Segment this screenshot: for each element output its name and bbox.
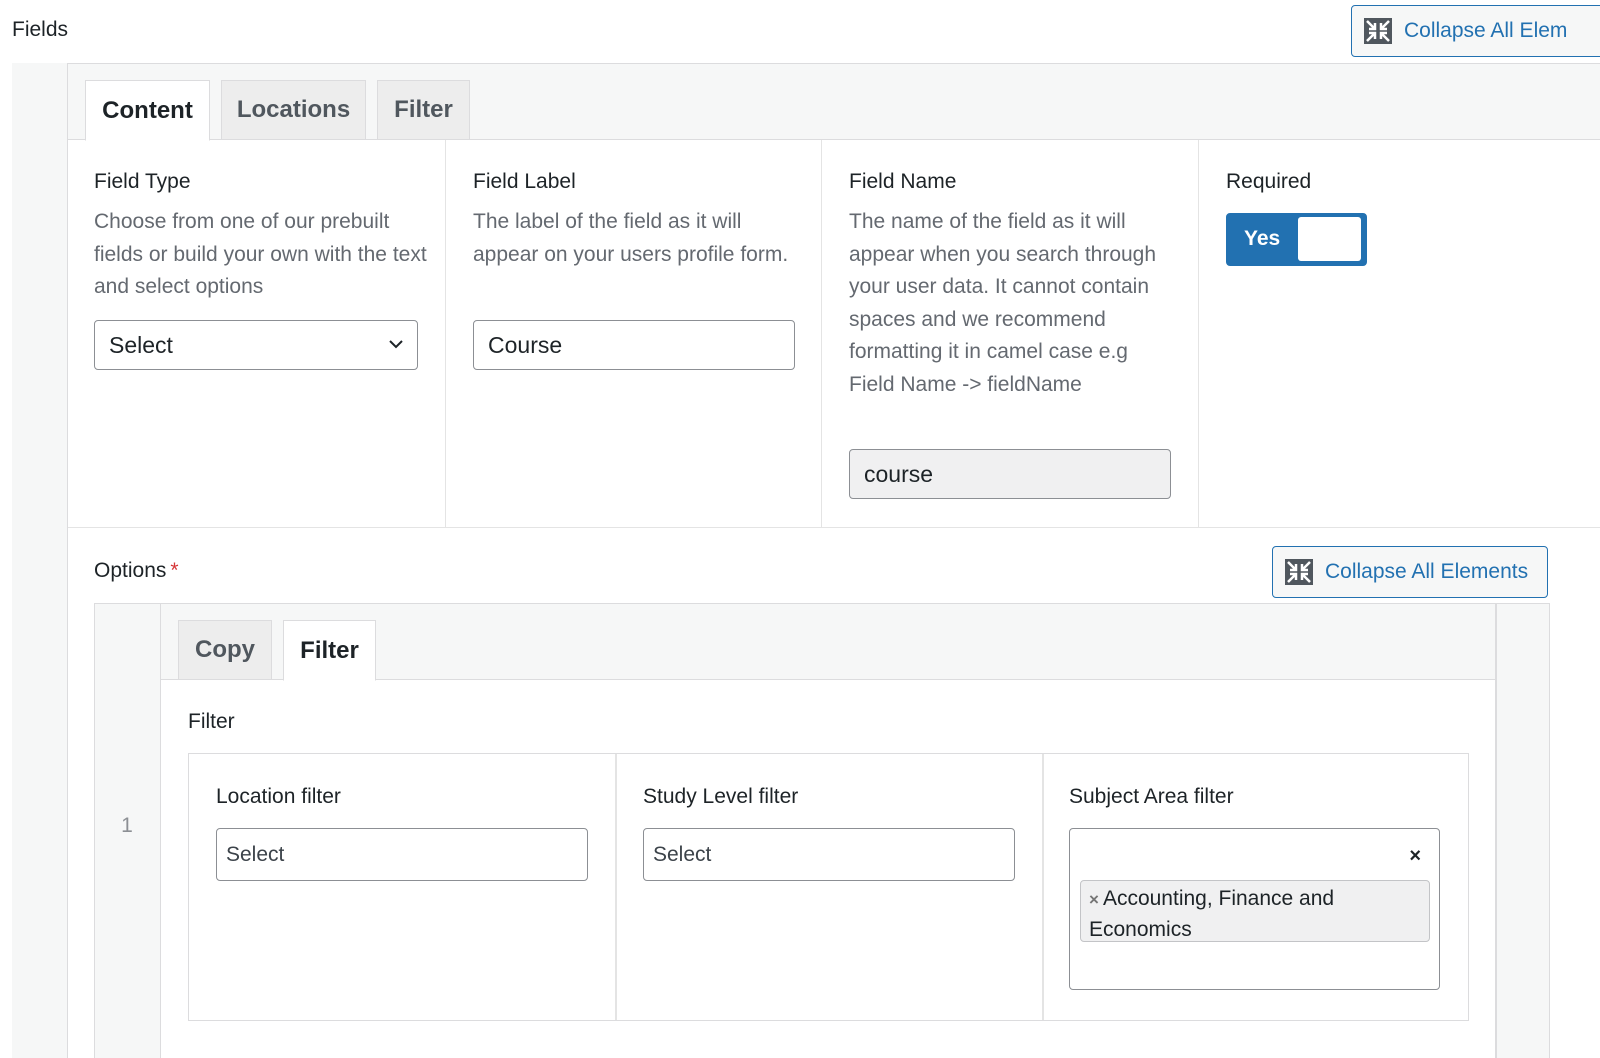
filter-title: Filter bbox=[188, 710, 235, 733]
fields-row-handle[interactable] bbox=[12, 63, 68, 1058]
subject-area-filter-select[interactable]: × × Accounting, Finance and Economics bbox=[1069, 828, 1440, 990]
required-label: Required bbox=[1226, 170, 1312, 193]
collapse-all-elements-button-top[interactable]: Collapse All Elem bbox=[1351, 5, 1600, 57]
field-name-description: The name of the field as it will appear … bbox=[849, 210, 1157, 396]
field-name-label: Field Name bbox=[849, 170, 957, 193]
field-type-value: Select bbox=[109, 331, 173, 358]
location-filter-placeholder: Select bbox=[226, 842, 285, 866]
divider bbox=[1495, 604, 1497, 1058]
field-label-input[interactable]: Course bbox=[473, 320, 795, 370]
location-filter-label: Location filter bbox=[216, 785, 341, 808]
required-toggle[interactable]: Yes bbox=[1226, 213, 1367, 266]
tab-filter[interactable]: Filter bbox=[377, 80, 470, 140]
field-label-value: Course bbox=[488, 331, 563, 358]
tab-copy[interactable]: Copy bbox=[178, 620, 272, 680]
remove-chip-icon[interactable]: × bbox=[1089, 890, 1099, 909]
tab-locations[interactable]: Locations bbox=[221, 80, 366, 140]
divider bbox=[1042, 754, 1044, 1020]
required-marker: * bbox=[170, 559, 179, 582]
collapse-all-label: Collapse All Elem bbox=[1404, 19, 1568, 42]
row-divider bbox=[68, 527, 1600, 528]
options-label-text: Options bbox=[94, 559, 167, 582]
selected-option-chip: × Accounting, Finance and Economics bbox=[1080, 880, 1430, 942]
collapse-icon bbox=[1364, 18, 1392, 44]
divider bbox=[615, 754, 617, 1020]
study-level-filter-placeholder: Select bbox=[653, 842, 712, 866]
fields-title: Fields bbox=[12, 18, 69, 41]
collapse-all-label: Collapse All Elements bbox=[1325, 560, 1529, 583]
clear-selection-icon[interactable]: × bbox=[1409, 845, 1421, 868]
field-label-label: Field Label bbox=[473, 170, 576, 193]
field-name-input[interactable]: course bbox=[849, 449, 1171, 499]
option-tabs: Copy Filter bbox=[161, 604, 1495, 681]
field-type-description: Choose from one of our prebuilt fields o… bbox=[94, 210, 427, 298]
study-level-filter-label: Study Level filter bbox=[643, 785, 799, 808]
location-filter-select[interactable]: Select bbox=[216, 828, 588, 881]
field-label-description: The label of the field as it will appear… bbox=[473, 210, 789, 266]
field-type-select[interactable]: Select bbox=[94, 320, 418, 370]
toggle-yes-label: Yes bbox=[1244, 227, 1281, 250]
chevron-down-icon bbox=[389, 340, 403, 349]
options-label: Options * bbox=[94, 559, 179, 583]
field-type-label: Field Type bbox=[94, 170, 191, 193]
selected-option-label: Accounting, Finance and Economics bbox=[1089, 887, 1335, 941]
field-name-value: course bbox=[864, 460, 934, 487]
toggle-knob bbox=[1298, 217, 1361, 261]
collapse-icon bbox=[1285, 559, 1313, 585]
collapse-all-elements-button[interactable]: Collapse All Elements bbox=[1272, 546, 1548, 598]
subject-area-filter-label: Subject Area filter bbox=[1069, 785, 1234, 808]
field-tabs: Content Locations Filter bbox=[68, 64, 1600, 141]
tab-content[interactable]: Content bbox=[85, 80, 210, 141]
tab-option-filter[interactable]: Filter bbox=[283, 620, 376, 681]
option-row-number[interactable]: 1 bbox=[94, 814, 160, 838]
study-level-filter-select[interactable]: Select bbox=[643, 828, 1015, 881]
